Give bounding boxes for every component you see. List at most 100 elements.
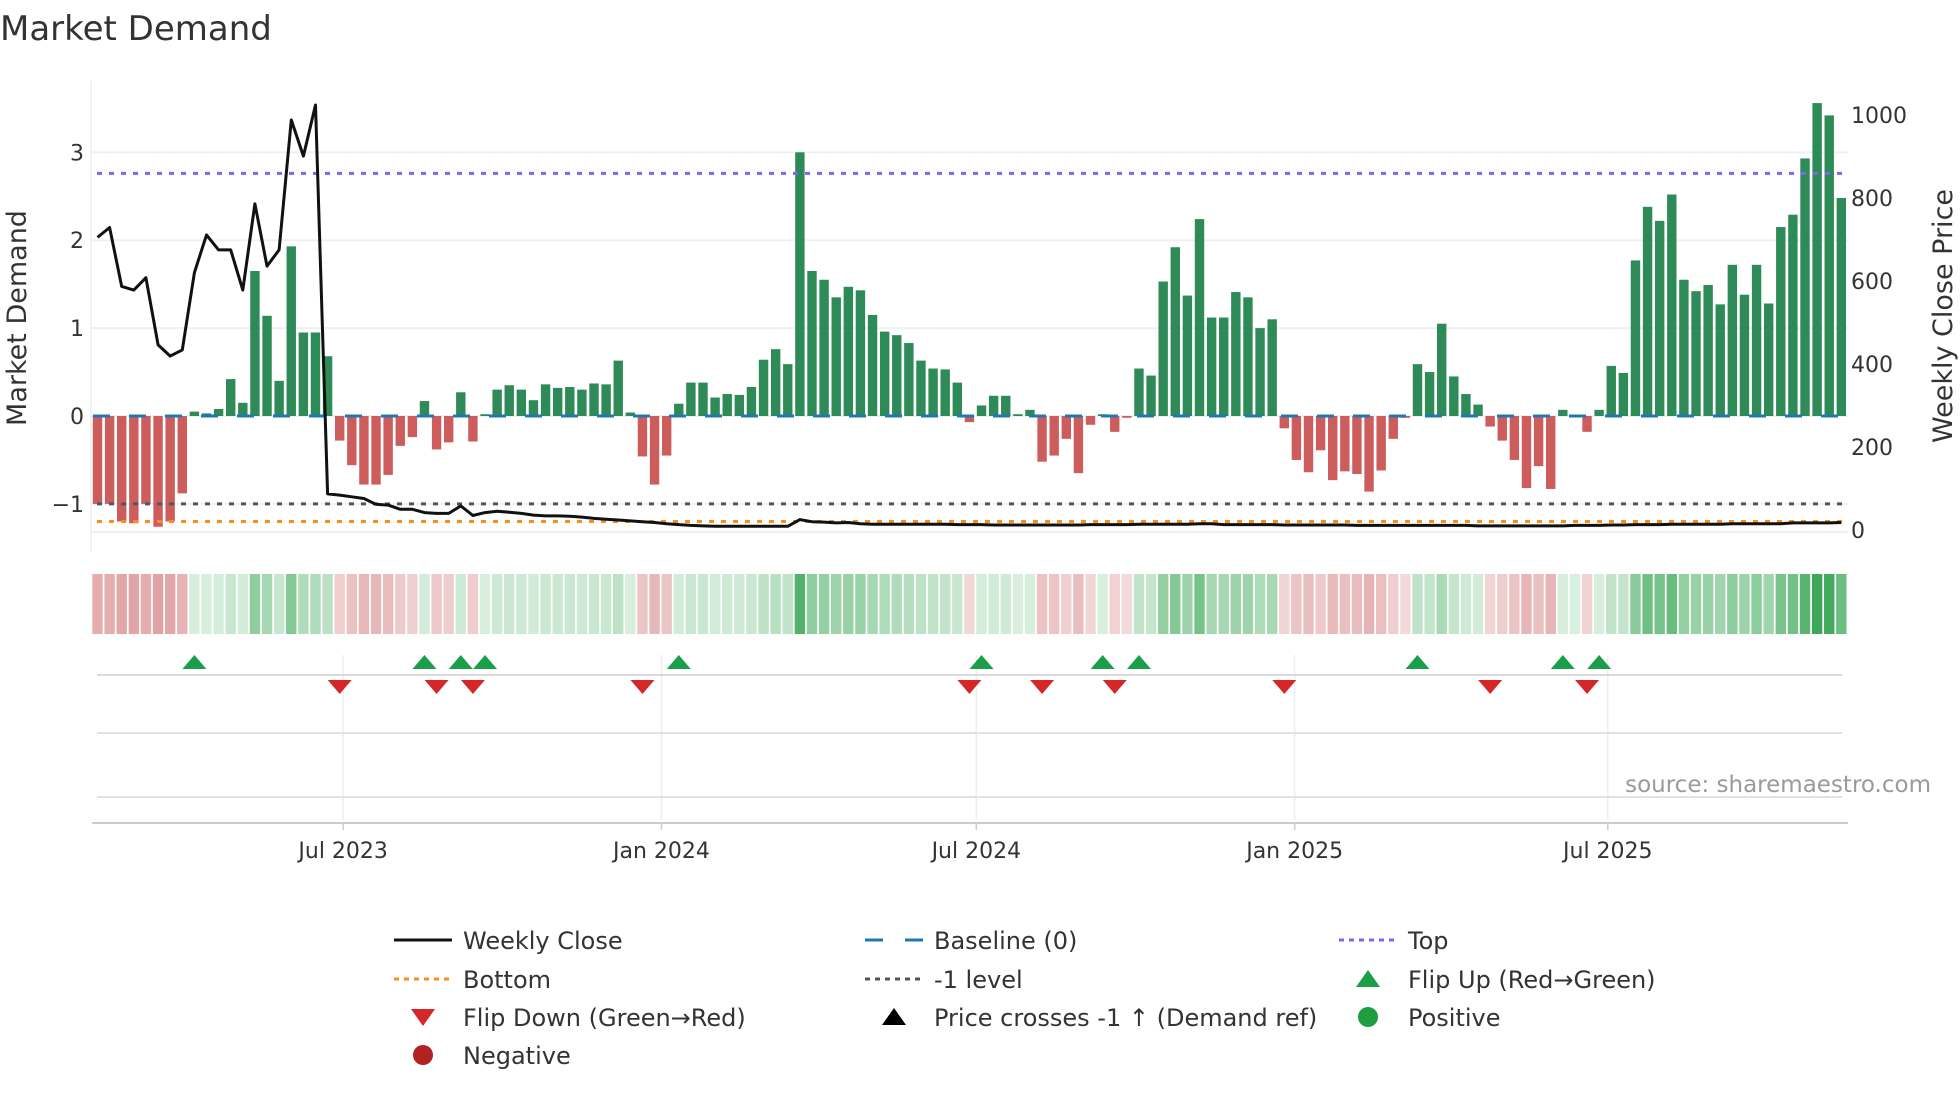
positive-demand-bar — [516, 389, 527, 416]
heat-cell — [1678, 574, 1690, 634]
heat-cell — [637, 574, 648, 634]
price-line-group — [96, 103, 1842, 528]
flip-down-marker — [630, 680, 655, 694]
heat-cell — [915, 574, 927, 634]
positive-demand-bar — [1558, 409, 1568, 416]
heat-cell — [479, 574, 491, 634]
heat-cell — [1436, 574, 1447, 634]
y-tick-label: 2 — [70, 229, 84, 254]
negative-demand-bar — [431, 416, 442, 450]
positive-demand-bar — [1654, 220, 1665, 416]
positive-demand-bar — [1642, 206, 1653, 416]
heat-cell — [1666, 574, 1677, 634]
negative-demand-bar — [1340, 416, 1350, 472]
legend-label: -1 level — [934, 966, 1023, 994]
legend-circle-icon — [413, 1045, 433, 1065]
heat-cell — [746, 574, 757, 634]
positive-demand-bar — [238, 402, 248, 416]
negative-demand-bar — [395, 416, 405, 446]
positive-demand-bar — [988, 395, 999, 416]
heat-cell — [1787, 574, 1799, 634]
heat-cell — [1218, 574, 1229, 634]
heat-cell — [903, 574, 915, 634]
heat-cell — [1799, 574, 1811, 634]
positive-demand-bar — [1267, 319, 1277, 416]
heat-cell — [1036, 574, 1048, 634]
heat-cell — [1509, 574, 1520, 634]
flip-up-marker — [473, 655, 498, 669]
heat-cell — [1279, 574, 1290, 634]
heat-cell — [152, 574, 164, 634]
y2-tick-label: 400 — [1851, 353, 1893, 378]
heat-cell — [891, 574, 902, 634]
positive-demand-bar — [1679, 279, 1689, 416]
heat-cell — [1230, 574, 1242, 634]
heat-cell — [1521, 574, 1532, 634]
flip-down-marker — [1575, 680, 1600, 694]
flip-up-marker — [1405, 655, 1430, 669]
heat-cell — [564, 574, 575, 634]
heat-cell — [116, 574, 127, 634]
positive-demand-bar — [1255, 328, 1265, 416]
heat-cell — [673, 574, 684, 634]
y2-tick-label: 800 — [1851, 187, 1893, 212]
positive-demand-bar — [783, 364, 793, 416]
positive-demand-bar — [795, 152, 805, 417]
demand-bars — [92, 103, 1847, 527]
flip-down-marker — [460, 680, 485, 694]
heat-cell — [1751, 574, 1762, 634]
heat-cell — [1824, 574, 1835, 634]
negative-demand-bar — [1376, 416, 1386, 471]
legend-item: Weekly Close — [394, 927, 623, 955]
legend-triangle-down-icon — [411, 1009, 435, 1026]
positive-demand-bar — [1788, 214, 1798, 416]
flip-up-marker — [412, 655, 437, 669]
negative-demand-bar — [153, 416, 163, 527]
heat-cell — [782, 574, 793, 634]
source-text: source: sharemaestro.com — [1625, 772, 1931, 798]
negative-demand-bar — [1291, 416, 1302, 460]
positive-demand-bar — [843, 286, 854, 416]
positive-demand-bar — [262, 315, 272, 416]
legend-item: Positive — [1358, 1004, 1501, 1032]
legend-triangle-up-icon — [1356, 970, 1380, 987]
x-tick-label: Jul 2024 — [930, 839, 1022, 864]
heat-cell — [1836, 574, 1847, 634]
heat-cell — [831, 574, 842, 634]
heat-cell — [649, 574, 660, 634]
positive-demand-bar — [1437, 323, 1447, 416]
negative-demand-bar — [649, 416, 660, 485]
positive-demand-bar — [1727, 264, 1738, 416]
negative-demand-bar — [335, 416, 345, 441]
heat-cell — [1715, 574, 1726, 634]
heat-cell — [1702, 574, 1714, 634]
x-tick-label: Jul 2025 — [1561, 839, 1653, 864]
positive-demand-bar — [819, 279, 829, 416]
positive-demand-bar — [807, 270, 817, 416]
heat-cell — [516, 574, 527, 634]
heat-cell — [1642, 574, 1653, 634]
heat-cell — [1157, 574, 1169, 634]
heat-cell — [1412, 574, 1423, 634]
positive-demand-bar — [710, 397, 720, 416]
heat-cell — [104, 574, 115, 634]
positive-demand-bar — [734, 394, 745, 416]
heat-cell — [370, 574, 382, 634]
heat-cell — [613, 574, 624, 634]
heat-cell — [1339, 574, 1351, 634]
positive-demand-bar — [1461, 394, 1471, 416]
heat-cell — [1097, 574, 1108, 634]
positive-demand-bar — [1194, 219, 1205, 416]
left-axis-label: Market Demand — [2, 210, 33, 426]
heat-cell — [140, 574, 152, 634]
positive-demand-bar — [855, 290, 866, 416]
heat-cell — [1569, 574, 1581, 634]
negative-demand-bar — [165, 416, 175, 522]
heat-cell — [1121, 574, 1133, 634]
positive-demand-bar — [504, 385, 514, 416]
x-axis-ticks: Jul 2023 Jan 2024 Jul 2024 Jan 2025 Jul 2025 — [296, 823, 1653, 864]
positive-demand-bar — [1594, 409, 1604, 416]
flip-up-marker — [182, 655, 207, 669]
positive-demand-bar — [928, 368, 938, 416]
heat-cell — [273, 574, 285, 634]
